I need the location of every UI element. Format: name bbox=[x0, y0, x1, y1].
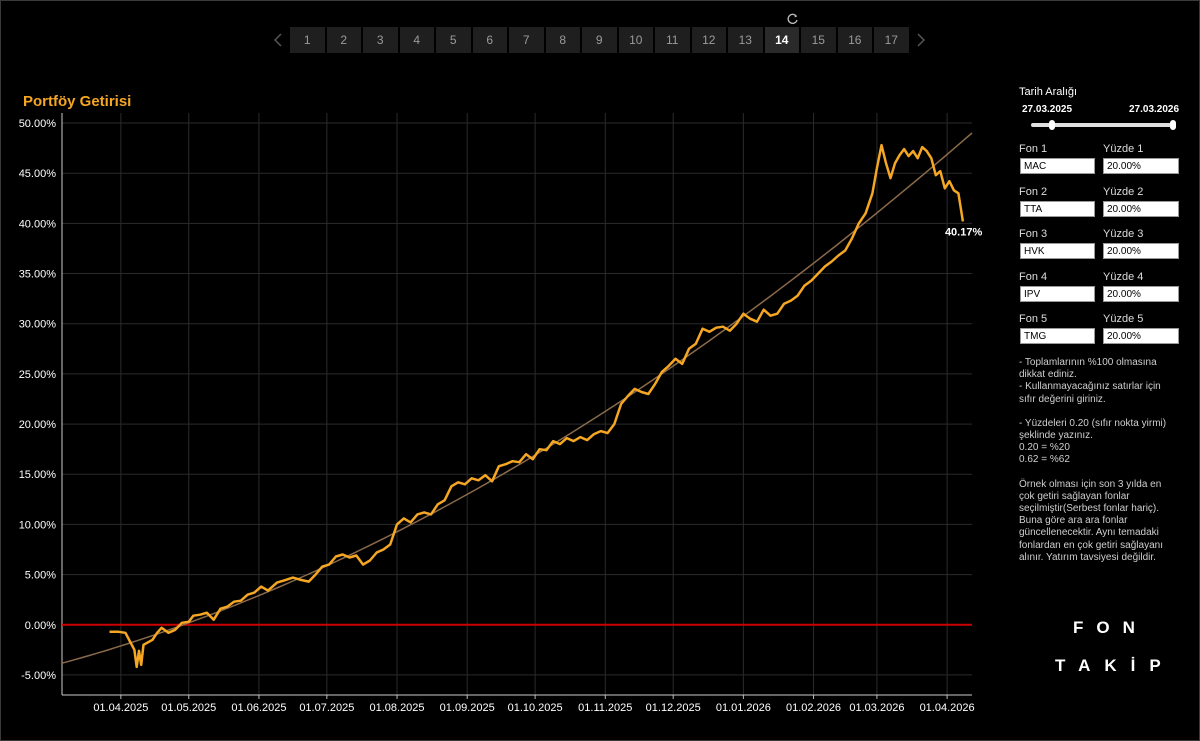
y-tick-label: 20.00% bbox=[19, 419, 57, 431]
date-range-slider[interactable] bbox=[1031, 120, 1176, 130]
y-tick-label: 5.00% bbox=[25, 570, 56, 582]
y-tick-label: 50.00% bbox=[19, 118, 57, 130]
instruction-line: Örnek olması için son 3 yılda en çok get… bbox=[1019, 478, 1163, 563]
fund-code-input[interactable]: MAC bbox=[1020, 158, 1095, 174]
fund-row: Fon 3 Yüzde 3 HVK 20.00% bbox=[1019, 228, 1181, 266]
percent-input[interactable]: 20.00% bbox=[1103, 158, 1179, 174]
x-tick-label: 01.08.2025 bbox=[369, 702, 424, 714]
x-tick-label: 01.01.2026 bbox=[716, 702, 771, 714]
instruction-line bbox=[1019, 467, 1179, 479]
trend-line bbox=[61, 132, 973, 664]
fund-row: Fon 4 Yüzde 4 IPV 20.00% bbox=[1019, 271, 1181, 309]
x-tick-label: 01.07.2025 bbox=[299, 702, 354, 714]
fund-row: Fon 5 Yüzde 5 TMG 20.00% bbox=[1019, 313, 1181, 351]
date-range-end: 27.03.2026 bbox=[1129, 104, 1180, 115]
y-tick-label: 15.00% bbox=[19, 469, 57, 481]
instruction-line: - Toplamlarının %100 olmasına dikkat edi… bbox=[1019, 357, 1157, 381]
y-tick-label: -5.00% bbox=[21, 670, 56, 682]
percent-input[interactable]: 20.00% bbox=[1103, 243, 1179, 259]
last-value-label: 40.17% bbox=[945, 226, 983, 238]
x-tick-label: 01.03.2026 bbox=[849, 702, 904, 714]
fund-code-input[interactable]: IPV bbox=[1020, 285, 1095, 302]
date-range-start: 27.03.2025 bbox=[1022, 104, 1073, 115]
percent-label: Yüzde 2 bbox=[1103, 185, 1144, 198]
x-tick-label: 01.12.2025 bbox=[646, 702, 701, 714]
x-tick-label: 01.04.2025 bbox=[93, 702, 148, 714]
y-tick-label: 35.00% bbox=[19, 269, 57, 281]
instruction-line bbox=[1019, 406, 1179, 418]
percent-label: Yüzde 4 bbox=[1103, 270, 1144, 283]
x-tick-label: 01.10.2025 bbox=[508, 702, 563, 714]
y-tick-label: 40.00% bbox=[19, 218, 57, 230]
fund-code-input[interactable]: TMG bbox=[1020, 328, 1095, 344]
x-tick-label: 01.11.2025 bbox=[578, 702, 632, 714]
slider-handle-end[interactable] bbox=[1170, 120, 1176, 130]
x-tick-label: 01.04.2026 bbox=[920, 702, 975, 714]
x-tick-label: 01.02.2026 bbox=[786, 702, 841, 714]
percent-input[interactable]: 20.00% bbox=[1103, 328, 1179, 344]
y-tick-label: 10.00% bbox=[19, 519, 57, 531]
percent-input[interactable]: 20.00% bbox=[1103, 285, 1179, 302]
instructions-text: - Toplamlarının %100 olmasına dikkat edi… bbox=[1019, 357, 1179, 564]
percent-label: Yüzde 3 bbox=[1103, 228, 1144, 240]
brand-logo-line2: TAKİP bbox=[1055, 656, 1175, 675]
instruction-line: - Yüzdeleri 0.20 (sıfır nokta yirmi) şek… bbox=[1019, 417, 1167, 442]
slider-handle-start[interactable] bbox=[1049, 120, 1055, 130]
fund-label: Fon 2 bbox=[1019, 185, 1048, 198]
date-range-title: Tarih Aralığı bbox=[1019, 86, 1078, 98]
y-tick-label: 25.00% bbox=[19, 369, 57, 381]
instruction-line: 0.20 = %20 bbox=[1019, 442, 1070, 454]
instruction-line: 0.62 = %62 bbox=[1019, 454, 1070, 466]
y-tick-label: 45.00% bbox=[19, 168, 57, 180]
y-tick-label: 0.00% bbox=[25, 620, 56, 632]
fund-label: Fon 3 bbox=[1019, 228, 1048, 240]
fund-label: Fon 1 bbox=[1019, 143, 1048, 155]
fund-code-input[interactable]: HVK bbox=[1020, 243, 1095, 259]
fund-row: Fon 1 Yüzde 1 MAC 20.00% bbox=[1019, 143, 1181, 181]
fund-code-input[interactable]: TTA bbox=[1020, 200, 1095, 217]
percent-label: Yüzde 5 bbox=[1103, 313, 1144, 325]
x-tick-label: 01.06.2025 bbox=[231, 702, 286, 714]
fund-row: Fon 2 Yüzde 2 TTA 20.00% bbox=[1019, 186, 1181, 224]
fund-label: Fon 5 bbox=[1019, 313, 1048, 325]
x-tick-label: 01.05.2025 bbox=[161, 702, 216, 714]
percent-label: Yüzde 1 bbox=[1103, 143, 1144, 155]
x-tick-label: 01.09.2025 bbox=[440, 702, 495, 714]
instruction-line: - Kullanmayacağınız satırlar için sıfır … bbox=[1019, 381, 1161, 405]
y-tick-label: 30.00% bbox=[19, 319, 57, 331]
fund-label: Fon 4 bbox=[1019, 270, 1048, 283]
portfolio-return-chart: -5.00% 0.00% 5.00% 10.00% 15.00% 20.00% 25.00%… bbox=[19, 113, 983, 714]
percent-input[interactable]: 20.00% bbox=[1103, 200, 1179, 217]
brand-logo-line1: FON bbox=[1073, 618, 1148, 637]
